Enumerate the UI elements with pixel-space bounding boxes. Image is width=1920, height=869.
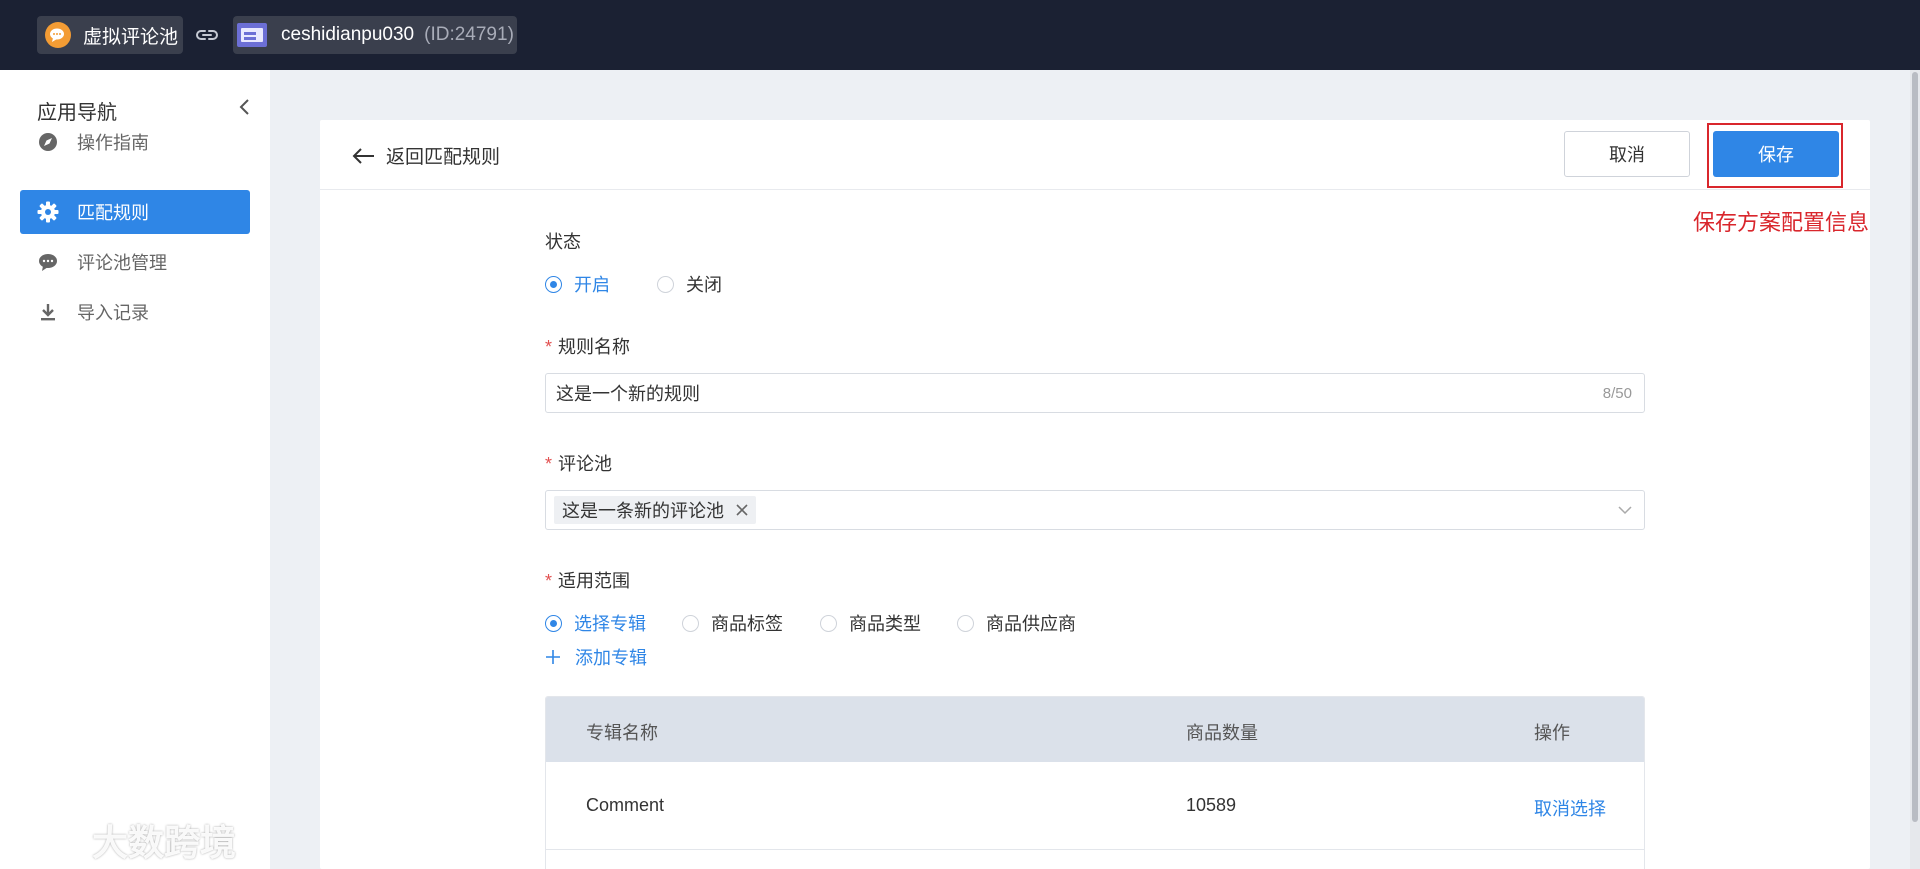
annotation-highlight-box [1707, 123, 1843, 188]
shop-icon [237, 23, 267, 47]
product-count-cell: 10589 [1186, 795, 1237, 815]
required-mark: * [545, 454, 553, 474]
arrow-left-icon [352, 147, 374, 164]
watermark-text: 大数跨境 [92, 822, 237, 863]
radio-label: 商品标签 [711, 614, 783, 634]
deselect-link[interactable]: 取消选择 [1534, 795, 1606, 821]
scope-radio-album[interactable]: 选择专辑 [545, 610, 646, 636]
rule-name-input[interactable]: 这是一个新的规则 8/50 [545, 373, 1645, 413]
radio-label: 商品供应商 [986, 614, 1076, 634]
chevron-down-icon [1618, 506, 1632, 515]
shop-name: ceshidianpu030 [281, 24, 415, 45]
watermark-logo-icon [15, 821, 78, 857]
album-name-cell: Comment [586, 795, 665, 815]
shop-switcher[interactable]: ceshidianpu030 (ID:24791) [233, 16, 517, 54]
radio-dot [820, 614, 837, 632]
rule-name-label: * 规则名称 [545, 333, 630, 359]
plus-icon [546, 650, 560, 664]
scope-radio-type[interactable]: 商品类型 [820, 610, 921, 636]
add-album-link[interactable]: 添加专辑 [545, 644, 647, 670]
scope-label-text: 适用范围 [558, 571, 631, 591]
sidebar: 应用导航 操作指南 匹配规则 评论池管理 导入记录 [0, 70, 270, 869]
radio-dot [957, 614, 974, 632]
compass-icon [37, 131, 59, 153]
rule-name-label-text: 规则名称 [558, 337, 631, 357]
page-scrollbar[interactable] [1910, 70, 1920, 869]
scope-label: * 适用范围 [545, 567, 630, 593]
scrollbar-thumb[interactable] [1912, 72, 1918, 822]
tag-label: 这是一条新的评论池 [562, 501, 724, 521]
collapse-icon[interactable] [236, 96, 254, 118]
sidebar-item-label: 导入记录 [77, 303, 149, 323]
back-link[interactable]: 返回匹配规则 [350, 142, 500, 169]
top-bar: 虚拟评论池 ceshidianpu030 (ID:24791) [0, 0, 1920, 70]
add-album-label: 添加专辑 [575, 648, 647, 668]
radio-dot [682, 614, 699, 632]
radio-dot [545, 275, 562, 293]
close-icon[interactable] [736, 504, 748, 516]
album-table: 专辑名称 商品数量 操作 Comment 10589 取消选择 [545, 696, 1645, 869]
comment-pool-label: * 评论池 [545, 450, 612, 476]
watermark: 大数跨境 [12, 814, 236, 866]
comment-pool-select[interactable]: 这是一条新的评论池 [545, 490, 1645, 530]
column-header-count: 商品数量 [1186, 723, 1258, 743]
chat-bubbles-icon [45, 22, 71, 48]
radio-label: 选择专辑 [574, 614, 646, 634]
annotation-text: 保存方案配置信息 [1693, 210, 1870, 235]
comment-pool-label-text: 评论池 [558, 454, 613, 474]
chat-icon [37, 251, 59, 273]
cancel-button[interactable]: 取消 [1564, 131, 1690, 177]
status-radio-on[interactable]: 开启 [545, 271, 610, 297]
download-icon [37, 301, 59, 323]
rule-name-value: 这是一个新的规则 [556, 384, 700, 404]
sidebar-item-label: 操作指南 [77, 133, 149, 153]
sidebar-item-match-rules[interactable]: 匹配规则 [20, 190, 250, 234]
sidebar-item-guide[interactable]: 操作指南 [20, 120, 250, 164]
required-mark: * [545, 571, 553, 591]
radio-dot [657, 275, 674, 293]
column-header-name: 专辑名称 [586, 723, 658, 743]
sidebar-item-label: 评论池管理 [77, 253, 167, 273]
back-label: 返回匹配规则 [386, 147, 501, 168]
column-header-action: 操作 [1534, 723, 1570, 743]
sidebar-item-comment-pool[interactable]: 评论池管理 [20, 240, 250, 284]
char-counter: 8/50 [1602, 385, 1632, 402]
radio-label: 商品类型 [849, 614, 921, 634]
app-switcher[interactable]: 虚拟评论池 [37, 16, 183, 54]
radio-label: 关闭 [686, 275, 722, 295]
status-label: 状态 [545, 228, 581, 254]
card-header: 返回匹配规则 取消 保存 [320, 120, 1870, 190]
rule-editor-card: 返回匹配规则 取消 保存 保存方案配置信息 状态 开启 关闭 * 规则名称 这是一… [320, 120, 1870, 869]
shop-id: (ID:24791) [424, 24, 514, 45]
status-radio-off[interactable]: 关闭 [657, 271, 722, 297]
link-icon [196, 30, 218, 40]
scope-radio-tag[interactable]: 商品标签 [682, 610, 783, 636]
radio-dot [545, 614, 562, 632]
sidebar-item-label: 匹配规则 [77, 203, 149, 223]
table-row: Comment 10589 取消选择 [546, 762, 1644, 850]
table-header: 专辑名称 商品数量 操作 [546, 697, 1644, 762]
comment-pool-tag: 这是一条新的评论池 [554, 496, 756, 524]
sidebar-item-import-records[interactable]: 导入记录 [20, 290, 250, 334]
status-label-text: 状态 [545, 232, 581, 252]
gear-icon [37, 201, 59, 223]
app-name: 虚拟评论池 [83, 26, 179, 48]
radio-label: 开启 [574, 275, 610, 295]
required-mark: * [545, 337, 553, 357]
scope-radio-supplier[interactable]: 商品供应商 [957, 610, 1076, 636]
